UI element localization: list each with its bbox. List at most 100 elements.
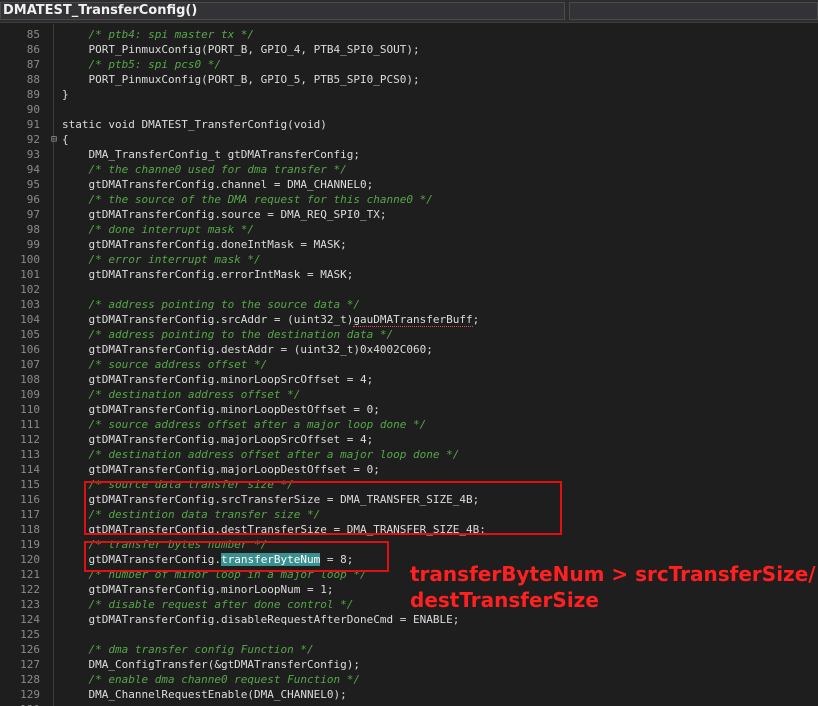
code-line[interactable]: 112 gtDMATransferConfig.majorLoopSrcOffs… (0, 432, 818, 447)
line-number: 106 (20, 343, 40, 356)
code-line[interactable]: 106 gtDMATransferConfig.destAddr = (uint… (0, 342, 818, 357)
line-number: 124 (20, 613, 40, 626)
line-number: 116 (20, 493, 40, 506)
code-line[interactable]: 92 ⊟{ (0, 132, 818, 147)
code-line[interactable]: 113 /* destination address offset after … (0, 447, 818, 462)
code-line[interactable]: 126 /* dma transfer config Function */ (0, 642, 818, 657)
line-number: 92 (26, 133, 40, 146)
line-number: 130 (0, 702, 40, 706)
code-text: gtDMATransferConfig.doneIntMask = MASK; (62, 238, 347, 251)
code-line[interactable]: 101 gtDMATransferConfig.errorIntMask = M… (0, 267, 818, 282)
secondary-selector[interactable] (569, 2, 818, 20)
code-line[interactable]: 130 (0, 702, 818, 706)
line-number: 85 (26, 28, 40, 41)
code-line[interactable]: 89} (0, 87, 818, 102)
code-comment: /* ptb5: spi pcs0 */ (62, 58, 221, 71)
code-line[interactable]: 98 /* done interrupt mask */ (0, 222, 818, 237)
line-number: 108 (20, 373, 40, 386)
code-comment: /* destination address offset */ (62, 388, 301, 401)
code-line[interactable]: 91 static void DMATEST_TransferConfig(voi… (0, 117, 818, 132)
error-squiggle: gauDMATransferBuff (353, 313, 473, 327)
code-comment: /* disable request after done control */ (62, 598, 354, 611)
code-line[interactable]: 128 /* enable dma channe0 request Functi… (0, 672, 818, 687)
line-number: 95 (26, 178, 40, 191)
code-line[interactable]: 110 gtDMATransferConfig.minorLoopDestOff… (0, 402, 818, 417)
line-number: 119 (20, 538, 40, 551)
code-text: gtDMATransferConfig.minorLoopDestOffset … (62, 403, 380, 416)
line-number: 93 (26, 148, 40, 161)
line-number: 102 (20, 283, 40, 296)
annotation-line-1: transferByteNum > srcTransferSize/ (410, 562, 816, 586)
code-text: PORT_PinmuxConfig(PORT_B, GPIO_4, PTB4_S… (62, 43, 420, 56)
fold-collapse-icon[interactable]: ⊟ (49, 132, 59, 147)
code-line[interactable]: 90 (0, 102, 818, 117)
line-number: 90 (26, 103, 40, 116)
code-text: gtDMATransferConfig.disableRequestAfterD… (62, 613, 460, 626)
code-line[interactable]: 129 DMA_ChannelRequestEnable(DMA_CHANNEL… (0, 687, 818, 702)
line-number: 129 (20, 688, 40, 701)
function-selector[interactable]: DMATEST_TransferConfig() (0, 2, 565, 20)
line-number: 87 (26, 58, 40, 71)
code-comment: /* source address offset after a major l… (62, 418, 427, 431)
line-number: 99 (26, 238, 40, 251)
code-line[interactable]: 93 DMA_TransferConfig_t gtDMATransferCon… (0, 147, 818, 162)
line-number: 117 (20, 508, 40, 521)
line-number: 104 (20, 313, 40, 326)
code-text: gtDMATransferConfig.destAddr = (uint32_t… (62, 343, 433, 356)
code-line[interactable]: 103 /* address pointing to the source da… (0, 297, 818, 312)
code-line[interactable]: 125 (0, 627, 818, 642)
code-text: gtDMATransferConfig.source = DMA_REQ_SPI… (62, 208, 387, 221)
code-line[interactable]: 105 /* address pointing to the destinati… (0, 327, 818, 342)
line-number: 100 (20, 253, 40, 266)
code-line[interactable]: 94 /* the channe0 used for dma transfer … (0, 162, 818, 177)
line-number: 120 (20, 553, 40, 566)
code-text: gtDMATransferConfig.srcAddr = (uint32_t)… (62, 313, 480, 327)
code-text: PORT_PinmuxConfig(PORT_B, GPIO_5, PTB5_S… (62, 73, 420, 86)
line-number: 123 (20, 598, 40, 611)
code-text: static void DMATEST_TransferConfig(void) (62, 118, 327, 131)
code-line[interactable]: 108 gtDMATransferConfig.minorLoopSrcOffs… (0, 372, 818, 387)
highlight-box-transfer-byte-num (84, 541, 389, 572)
code-line[interactable]: 96 /* the source of the DMA request for … (0, 192, 818, 207)
code-line[interactable]: 86 PORT_PinmuxConfig(PORT_B, GPIO_4, PTB… (0, 42, 818, 57)
code-line[interactable]: 124 gtDMATransferConfig.disableRequestAf… (0, 612, 818, 627)
code-line[interactable]: 99 gtDMATransferConfig.doneIntMask = MAS… (0, 237, 818, 252)
code-line[interactable]: 95 gtDMATransferConfig.channel = DMA_CHA… (0, 177, 818, 192)
code-comment: /* enable dma channe0 request Function *… (62, 673, 361, 686)
code-text: DMA_ConfigTransfer(&gtDMATransferConfig)… (62, 658, 361, 671)
code-line[interactable]: 87 /* ptb5: spi pcs0 */ (0, 57, 818, 72)
code-comment: /* source address offset */ (62, 358, 268, 371)
line-number: 101 (20, 268, 40, 281)
code-line[interactable]: 114 gtDMATransferConfig.majorLoopDestOff… (0, 462, 818, 477)
code-comment: /* done interrupt mask */ (62, 223, 255, 236)
code-line[interactable]: 85 /* ptb4: spi master tx */ (0, 27, 818, 42)
code-line[interactable]: 107 /* source address offset */ (0, 357, 818, 372)
code-line[interactable]: 127 DMA_ConfigTransfer(&gtDMATransferCon… (0, 657, 818, 672)
code-line[interactable]: 97 gtDMATransferConfig.source = DMA_REQ_… (0, 207, 818, 222)
code-comment: /* destination address offset after a ma… (62, 448, 460, 461)
code-text: gtDMATransferConfig.minorLoopSrcOffset =… (62, 373, 374, 386)
code-line[interactable]: 109 /* destination address offset */ (0, 387, 818, 402)
code-line[interactable]: 104 gtDMATransferConfig.srcAddr = (uint3… (0, 312, 818, 327)
line-number: 97 (26, 208, 40, 221)
line-number: 110 (20, 403, 40, 416)
line-number: 111 (20, 418, 40, 431)
code-comment: /* address pointing to the destination d… (62, 328, 394, 341)
code-text: gtDMATransferConfig.majorLoopDestOffset … (62, 463, 380, 476)
line-number: 128 (20, 673, 40, 686)
line-number: 105 (20, 328, 40, 341)
line-number: 122 (20, 583, 40, 596)
line-number: 89 (26, 88, 40, 101)
code-text: gtDMATransferConfig.minorLoopNum = 1; (62, 583, 334, 596)
function-navigation-bar: DMATEST_TransferConfig() (0, 0, 818, 23)
code-line[interactable]: 102 (0, 282, 818, 297)
code-line[interactable]: 88 PORT_PinmuxConfig(PORT_B, GPIO_5, PTB… (0, 72, 818, 87)
line-number: 112 (20, 433, 40, 446)
line-number: 127 (20, 658, 40, 671)
code-editor[interactable]: 85 /* ptb4: spi master tx */86 PORT_Pinm… (0, 24, 818, 706)
line-number: 88 (26, 73, 40, 86)
code-line[interactable]: 111 /* source address offset after a maj… (0, 417, 818, 432)
code-line[interactable]: 100 /* error interrupt mask */ (0, 252, 818, 267)
line-number: 103 (20, 298, 40, 311)
code-text: gtDMATransferConfig.majorLoopSrcOffset =… (62, 433, 374, 446)
